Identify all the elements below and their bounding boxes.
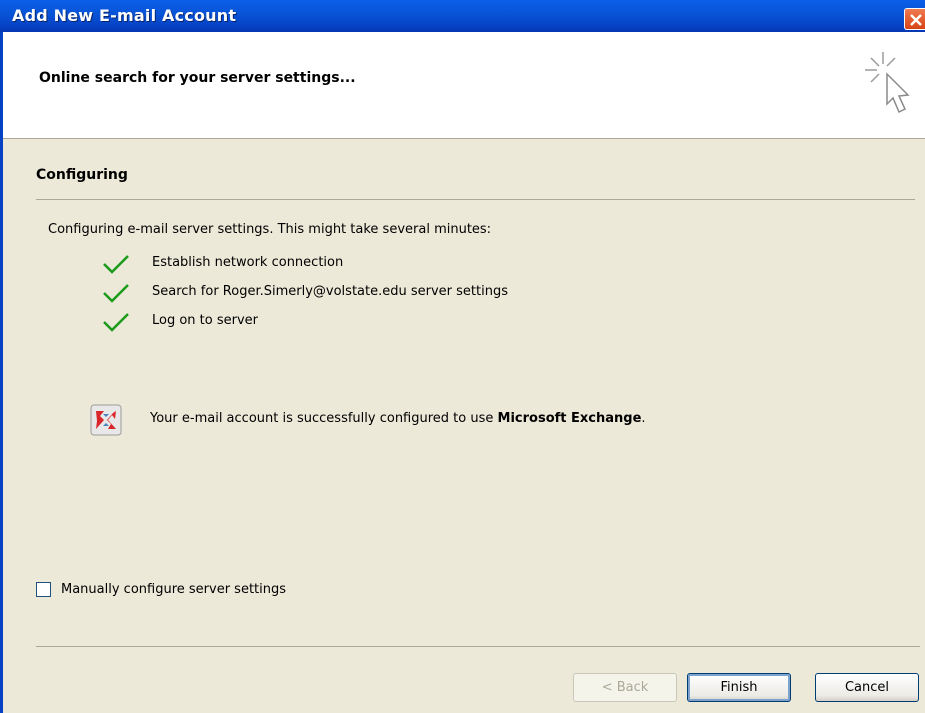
checkmark-icon [103,313,129,332]
wizard-header: Online search for your server settings..… [3,32,925,139]
step-label: Search for Roger.Simerly@volstate.edu se… [152,284,508,299]
success-suffix: . [641,411,646,426]
cancel-button[interactable]: Cancel [815,673,919,702]
exchange-icon [90,404,122,436]
success-message: Your e-mail account is successfully conf… [150,411,646,426]
close-button[interactable] [904,8,925,30]
header-text: Online search for your server settings..… [39,70,356,86]
back-button[interactable]: < Back [573,673,677,702]
checkmark-icon [103,284,129,303]
manual-config-label[interactable]: Manually configure server settings [61,582,286,597]
configuring-description: Configuring e-mail server settings. This… [48,222,492,237]
window-title: Add New E-mail Account [12,6,237,25]
step-label: Log on to server [152,313,259,328]
finish-button[interactable]: Finish [687,673,791,702]
search-cursor-icon [865,52,910,114]
manual-config-checkbox[interactable] [36,582,51,597]
section-title: Configuring [36,167,128,183]
close-icon [910,14,922,26]
success-prefix: Your e-mail account is successfully conf… [150,411,498,426]
product-name: Microsoft Exchange [497,411,642,426]
separator [36,646,920,647]
checkmark-icon [103,255,129,274]
title-bar[interactable]: Add New E-mail Account [0,0,925,32]
step-label: Establish network connection [152,255,344,270]
separator [36,199,915,200]
